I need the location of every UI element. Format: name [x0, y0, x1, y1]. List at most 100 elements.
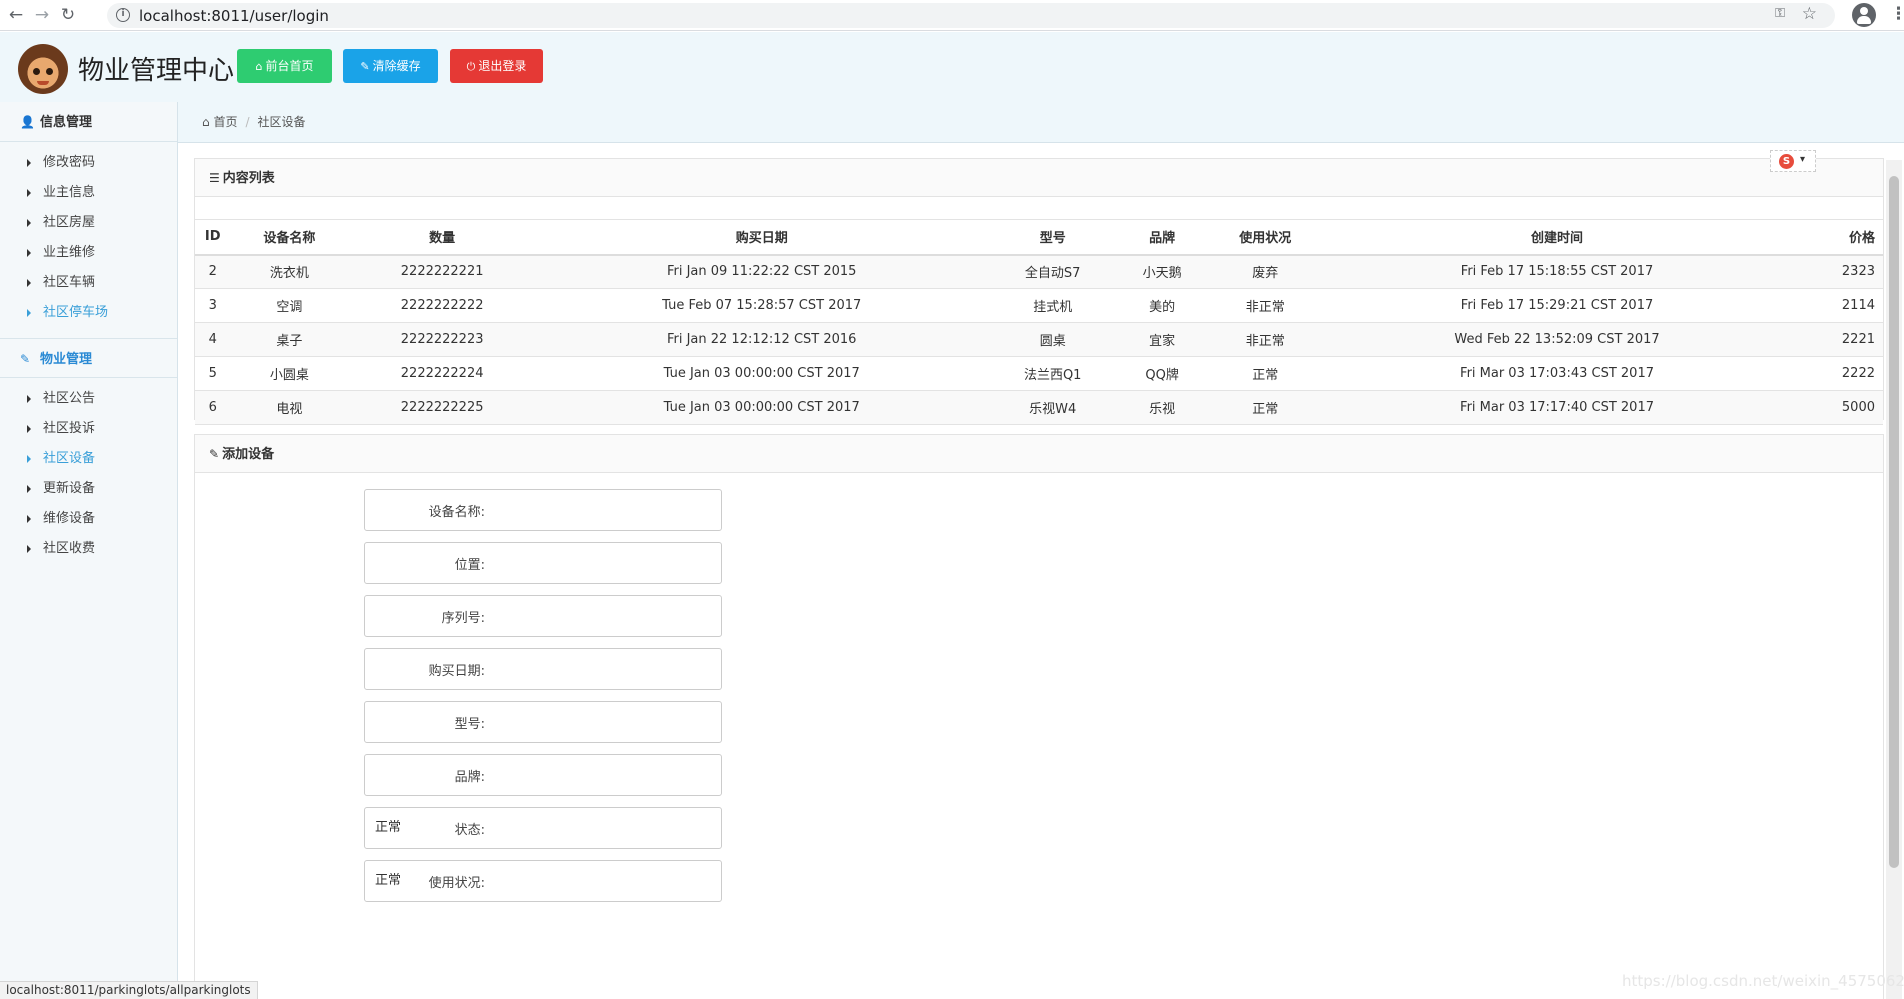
browser-toolbar: ← → ↻ i localhost:8011/user/login ⚿ ☆ ⋮ — [0, 0, 1904, 31]
text-input[interactable] — [364, 595, 722, 637]
logo-icon: S — [1779, 154, 1794, 169]
sidebar-item-label: 维修设备 — [43, 511, 96, 526]
table-row[interactable]: 3 空调 2222222222 Tue Feb 07 15:28:57 CST 201… — [195, 288, 1883, 323]
column-header: 设备名称 — [230, 219, 349, 256]
sidebar-item-change-password[interactable]: 修改密码 — [0, 148, 177, 178]
bookmark-star-icon[interactable]: ☆ — [1802, 4, 1817, 24]
table-cell: 4 — [195, 322, 231, 357]
sidebar-section-property[interactable]: ✎ 物业管理 — [0, 338, 177, 378]
table-row[interactable]: 2 洗衣机 2222222221 Fri Jan 09 11:22:22 CST 20… — [195, 254, 1883, 289]
home-button-label: 前台首页 — [265, 59, 314, 73]
breadcrumb-home[interactable]: 首页 — [213, 115, 237, 129]
column-header: 使用状况 — [1206, 219, 1325, 256]
logout-button[interactable]: ⏻ 退出登录 — [450, 49, 543, 83]
table-header-row: ID 设备名称 数量 购买日期 型号 品牌 使用状况 创建时间 价格 — [195, 219, 1883, 256]
url-text[interactable]: localhost:8011/user/login — [139, 7, 329, 25]
edit-icon: ✎ — [20, 352, 31, 366]
sidebar-item-complaints[interactable]: 社区投诉 — [0, 414, 177, 444]
form-row: 使用状况: 正常 — [195, 860, 795, 902]
sidebar-item-label: 社区公告 — [43, 391, 96, 406]
table-cell: 2221 — [1789, 322, 1883, 357]
table-cell: 2222222222 — [348, 288, 536, 323]
breadcrumb: ⌂ 首页 / 社区设备 — [178, 102, 1904, 143]
clear-cache-button[interactable]: ✎ 清除缓存 — [343, 49, 438, 83]
table-cell: 2323 — [1789, 254, 1883, 289]
sidebar-item-owner-repair[interactable]: 业主维修 — [0, 238, 177, 268]
power-icon: ⏻ — [466, 60, 476, 73]
form-row: 序列号: — [195, 595, 795, 637]
caret-right-icon — [27, 394, 31, 403]
input-method-widget[interactable]: S ▾ — [1770, 150, 1816, 172]
table-cell: 2222 — [1789, 356, 1883, 391]
sidebar-item-notices[interactable]: 社区公告 — [0, 384, 177, 414]
text-input[interactable] — [364, 754, 722, 796]
site-title: 物业管理中心 — [78, 56, 235, 86]
table-cell: Fri Feb 17 15:18:55 CST 2017 — [1324, 254, 1790, 289]
caret-right-icon — [27, 308, 31, 317]
table-cell: 非正常 — [1206, 322, 1325, 357]
caret-right-icon — [27, 248, 31, 257]
chevron-down-icon[interactable]: ▾ — [1800, 154, 1805, 165]
address-bar[interactable]: i localhost:8011/user/login ⚿ ☆ — [107, 3, 1835, 28]
sidebar-item-label: 更新设备 — [43, 481, 96, 496]
form-row: 购买日期: — [195, 648, 795, 690]
caret-right-icon — [27, 454, 31, 463]
scrollbar-thumb[interactable] — [1889, 176, 1899, 868]
sidebar-item-label: 社区投诉 — [43, 421, 96, 436]
caret-right-icon — [27, 278, 31, 287]
info-icon[interactable]: i — [116, 8, 130, 22]
table-row[interactable]: 6 电视 2222222225 Tue Jan 03 00:00:00 CST 201… — [195, 390, 1883, 425]
text-input[interactable] — [364, 489, 722, 531]
key-icon[interactable]: ⚿ — [1775, 6, 1785, 21]
sidebar-item-houses[interactable]: 社区房屋 — [0, 208, 177, 238]
column-header: 创建时间 — [1324, 219, 1790, 256]
content-list-panel: ☰ 内容列表 ID 设备名称 数量 购买日期 型号 品牌 使用状况 创建时间 价格 2 洗衣机 222… — [194, 158, 1884, 425]
table-cell: 废弃 — [1206, 254, 1325, 289]
table-cell: Fri Feb 17 15:29:21 CST 2017 — [1324, 288, 1790, 323]
table-row[interactable]: 5 小圆桌 2222222224 Tue Jan 03 00:00:00 CST 20… — [195, 356, 1883, 391]
table-cell: 2222222224 — [348, 356, 536, 391]
sidebar-list-property: 社区公告 社区投诉 社区设备 更新设备 维修设备 社区收费 — [0, 378, 177, 574]
sidebar-item-equipment[interactable]: 社区设备 — [0, 444, 177, 474]
text-input[interactable] — [364, 701, 722, 743]
browser-status-bar: localhost:8011/parkinglots/allparkinglot… — [0, 981, 258, 999]
table-cell: 圆桌 — [987, 322, 1118, 357]
back-icon[interactable]: ← — [6, 5, 26, 25]
form-row: 位置: — [195, 542, 795, 584]
sidebar-section-info[interactable]: 👤 信息管理 — [0, 102, 177, 142]
text-input[interactable] — [364, 648, 722, 690]
panel-header: ☰ 内容列表 — [195, 159, 1883, 197]
sidebar-item-label: 社区停车场 — [43, 305, 109, 320]
forward-icon[interactable]: → — [32, 5, 52, 25]
column-header: 购买日期 — [535, 219, 988, 256]
sidebar-item-parking[interactable]: 社区停车场 — [0, 298, 177, 328]
column-header: 数量 — [348, 219, 536, 256]
home-icon: ⌂ — [255, 60, 263, 73]
sidebar-item-vehicles[interactable]: 社区车辆 — [0, 268, 177, 298]
sidebar-item-repair-equipment[interactable]: 维修设备 — [0, 504, 177, 534]
avatar — [18, 44, 68, 94]
table-cell: 美的 — [1117, 288, 1207, 323]
table-cell: 空调 — [230, 288, 349, 323]
table-cell: 宜家 — [1117, 322, 1207, 357]
column-header: 品牌 — [1117, 219, 1207, 256]
table-row[interactable]: 4 桌子 2222222223 Fri Jan 22 12:12:12 CST 201… — [195, 322, 1883, 357]
profile-icon[interactable] — [1852, 3, 1876, 27]
table-cell: 桌子 — [230, 322, 349, 357]
table-cell: 乐视 — [1117, 390, 1207, 425]
text-input[interactable] — [364, 542, 722, 584]
caret-right-icon — [27, 158, 31, 167]
sidebar-item-fees[interactable]: 社区收费 — [0, 534, 177, 564]
table-cell: 乐视W4 — [987, 390, 1118, 425]
sidebar-item-owner-info[interactable]: 业主信息 — [0, 178, 177, 208]
sidebar-item-update-equipment[interactable]: 更新设备 — [0, 474, 177, 504]
panel-header: ✎ 添加设备 — [195, 435, 1883, 473]
text-input[interactable]: 正常 — [364, 860, 722, 902]
reload-icon[interactable]: ↻ — [58, 5, 78, 25]
add-equipment-panel: ✎ 添加设备 设备名称: 位置: 序列号: 购买日期: 型号: 品牌: 状态: 正常 使用状况: 正… — [194, 434, 1884, 999]
browser-menu-icon[interactable]: ⋮ — [1890, 4, 1904, 24]
text-input[interactable]: 正常 — [364, 807, 722, 849]
panel-title: 内容列表 — [222, 171, 275, 186]
equipment-table: ID 设备名称 数量 购买日期 型号 品牌 使用状况 创建时间 价格 2 洗衣机 222222222… — [195, 219, 1883, 425]
home-button[interactable]: ⌂ 前台首页 — [237, 49, 332, 83]
